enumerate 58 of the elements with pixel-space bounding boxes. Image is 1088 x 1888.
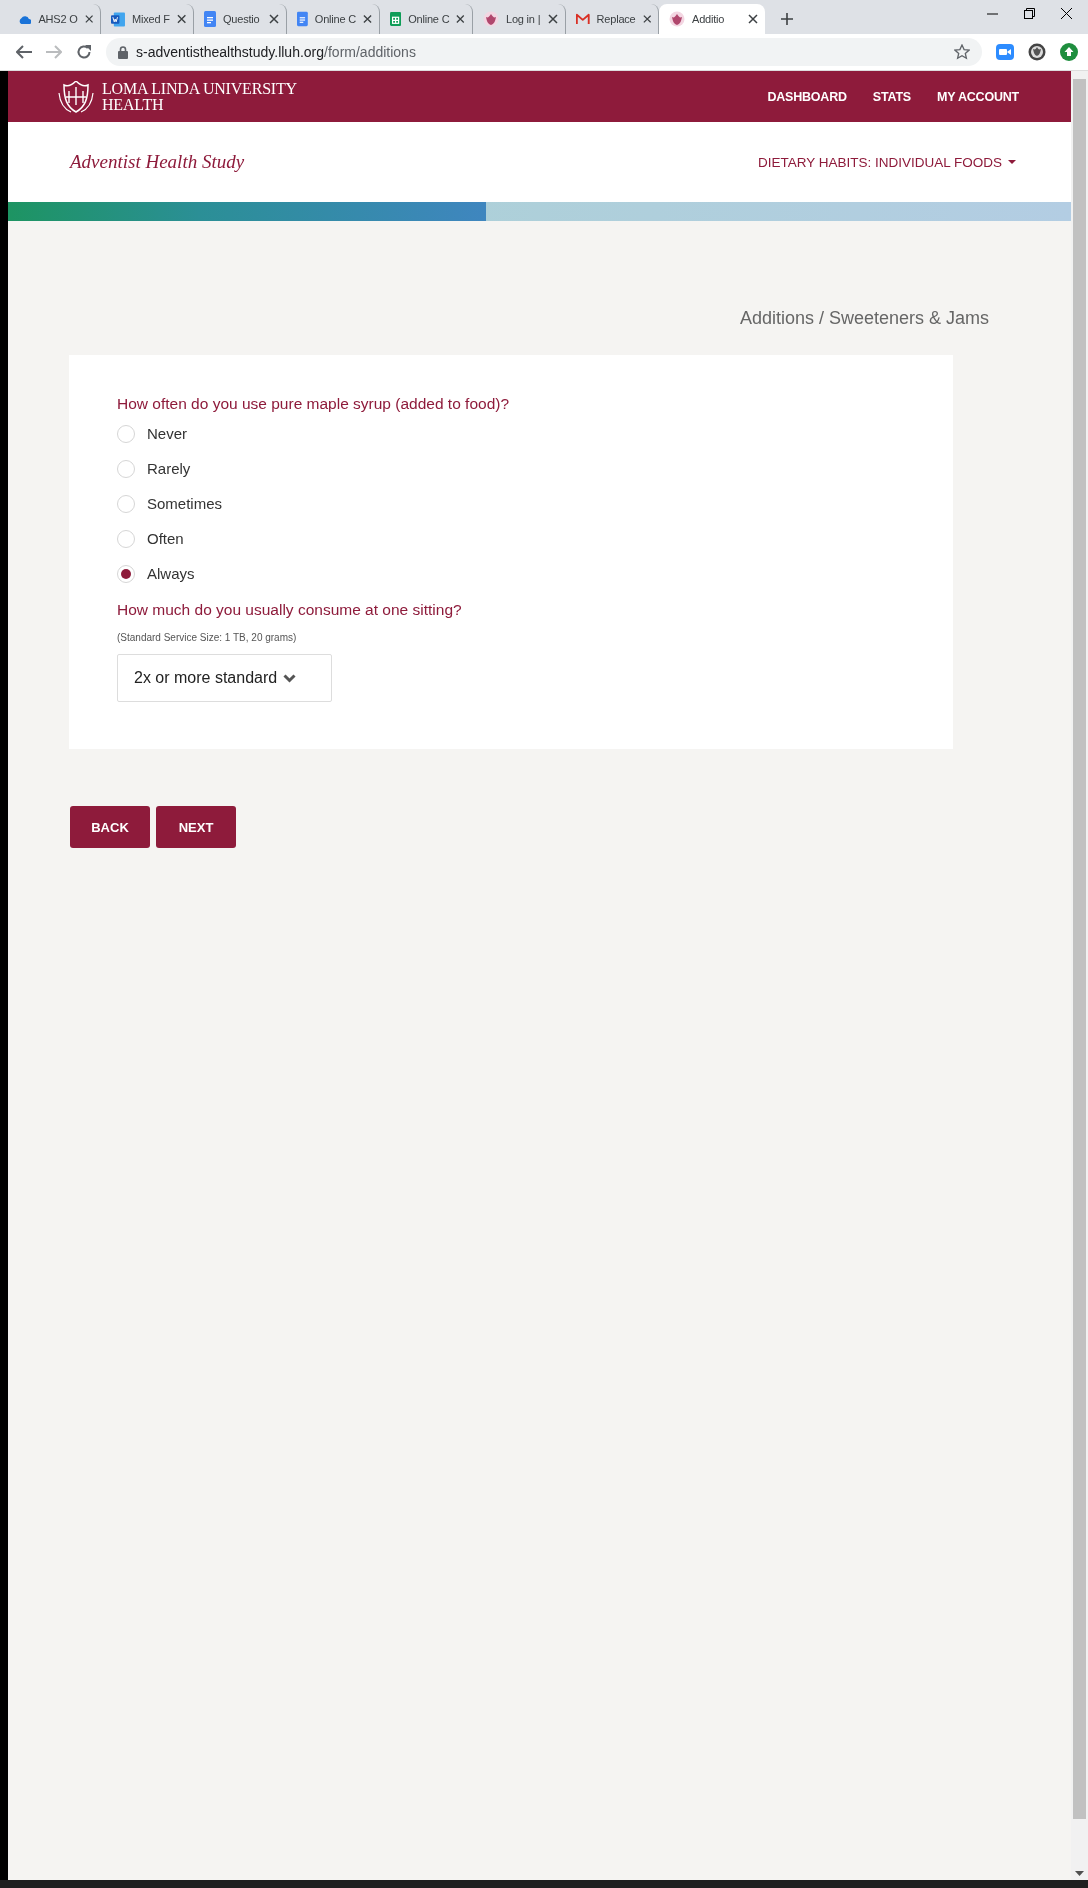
star-icon xyxy=(954,44,970,60)
radio-button[interactable] xyxy=(117,459,135,478)
spreadsheet-icon xyxy=(390,11,402,27)
nav-link[interactable]: MY ACCOUNT xyxy=(936,89,1019,104)
video-camera-icon xyxy=(996,44,1014,60)
close-icon xyxy=(269,14,279,24)
browser-tab[interactable]: Additio xyxy=(659,4,765,34)
option-label: Often xyxy=(147,530,184,547)
chevron-down-icon xyxy=(283,673,297,683)
close-icon xyxy=(748,14,758,24)
crest-icon xyxy=(483,11,499,27)
restore-icon xyxy=(1024,7,1035,19)
nav-link[interactable]: STATS xyxy=(872,89,911,104)
close-icon xyxy=(642,14,651,24)
upload-icon xyxy=(1060,43,1078,61)
hint-text: (Standard Service Size: 1 TB, 20 grams) xyxy=(117,632,297,643)
lock-icon xyxy=(118,45,128,59)
scrollbar-thumb[interactable] xyxy=(1073,79,1086,1819)
close-icon xyxy=(176,14,186,24)
url-text: s-adventisthealthstudy.lluh.org/form/additions xyxy=(136,44,416,60)
crest-icon xyxy=(58,80,94,113)
close-icon xyxy=(1061,7,1072,19)
close-icon xyxy=(456,14,465,24)
radio-button[interactable] xyxy=(117,529,135,548)
close-icon xyxy=(363,14,372,24)
section-menu[interactable]: DIETARY HABITS: INDIVIDUAL FOODS xyxy=(757,154,1016,170)
study-title: Adventist Health Study xyxy=(70,151,245,173)
nav-link[interactable]: DASHBOARD xyxy=(767,89,847,104)
option-label: Sometimes xyxy=(147,495,223,512)
nav-button[interactable]: BACK xyxy=(70,806,150,848)
nav-button[interactable]: NEXT xyxy=(156,806,236,848)
radio-button[interactable] xyxy=(117,424,135,443)
back-arrow-icon[interactable] xyxy=(16,45,32,59)
logo-text: LOMA LINDA UNIVERSITY HEALTH xyxy=(102,80,297,113)
option-label: Rarely xyxy=(147,460,191,477)
crest-icon xyxy=(669,11,685,27)
forward-arrow-icon[interactable] xyxy=(46,45,62,59)
document-icon xyxy=(297,11,308,27)
option-label: Always xyxy=(147,565,195,582)
document-icon xyxy=(204,11,216,27)
new-tab-icon xyxy=(781,13,793,25)
close-icon xyxy=(548,14,558,24)
envelope-icon xyxy=(576,13,590,25)
radio-button[interactable] xyxy=(117,494,135,513)
address-bar[interactable]: s-adventisthealthstudy.lluh.org/form/additions xyxy=(106,38,982,66)
question-text: How much do you usually consume at one sitting? xyxy=(117,599,462,620)
option-label: Never xyxy=(147,425,187,442)
question-text: How often do you use pure maple syrup (added to food)? xyxy=(117,393,510,414)
crest-icon xyxy=(1028,43,1046,61)
scroll-down-arrow-icon xyxy=(1075,1871,1084,1876)
reload-icon[interactable] xyxy=(76,44,92,60)
document-icon xyxy=(111,11,125,27)
dropdown[interactable]: 2x or more standard xyxy=(117,654,332,702)
caret-icon xyxy=(1008,160,1016,164)
radio-button[interactable] xyxy=(117,564,135,583)
close-icon xyxy=(84,14,93,24)
cloud-icon xyxy=(18,13,32,25)
breadcrumb: Additions / Sweeteners & Jams xyxy=(739,308,989,329)
